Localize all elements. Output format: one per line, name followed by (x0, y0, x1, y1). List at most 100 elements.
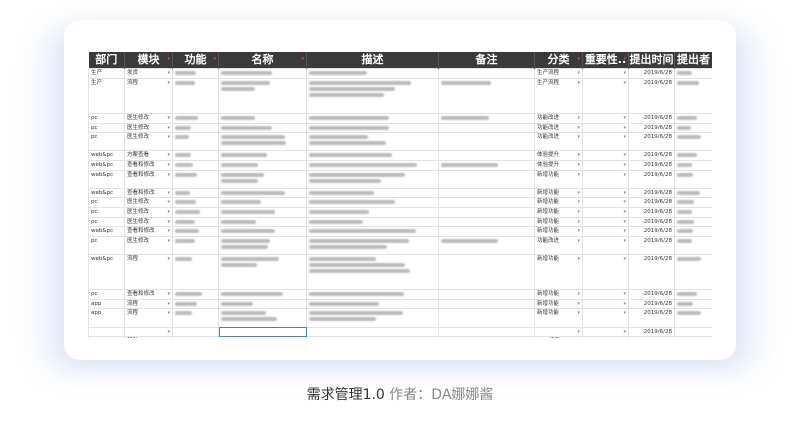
blurred-cell[interactable] (172, 206, 219, 218)
cell-category[interactable]: 新增功能 ▾ (534, 206, 583, 218)
cell-module[interactable]: 医生修改 ▾ (124, 113, 173, 124)
blurred-cell[interactable] (218, 150, 307, 161)
blurred-cell[interactable] (438, 68, 535, 79)
filter-dropdown-icon[interactable]: ▾ (301, 52, 304, 67)
blurred-cell[interactable] (674, 289, 712, 300)
cell-module[interactable]: 流程 ▾ (124, 253, 173, 291)
cell-category[interactable]: 功能改进 ▾ (534, 235, 583, 255)
cell-dropdown-icon[interactable]: ▾ (167, 338, 170, 339)
cell-importance[interactable]: ▾ (582, 77, 629, 114)
blurred-cell[interactable] (218, 253, 307, 291)
cell-dropdown-icon[interactable]: ▾ (167, 161, 170, 169)
cell-importance[interactable]: ▾ (582, 326, 629, 338)
cell-dropdown-icon[interactable]: ▾ (623, 152, 626, 160)
filter-dropdown-icon[interactable]: ▾ (577, 52, 580, 67)
cell-date[interactable]: 2019/6/28 (628, 132, 675, 152)
cell-dept[interactable]: web&pc (88, 159, 125, 171)
blurred-cell[interactable] (438, 150, 535, 161)
blurred-cell[interactable] (674, 226, 712, 237)
cell-dropdown-icon[interactable]: ▾ (577, 199, 580, 207)
cell-dropdown-icon[interactable]: ▾ (623, 161, 626, 169)
blurred-cell[interactable] (172, 113, 219, 124)
blurred-cell[interactable] (674, 68, 712, 79)
cell-dropdown-icon[interactable]: ▾ (167, 310, 170, 317)
blurred-cell[interactable] (172, 150, 219, 161)
blurred-cell[interactable] (306, 253, 439, 291)
cell-importance[interactable]: ▾ (582, 336, 629, 338)
cell-dept[interactable]: pc (88, 113, 125, 124)
column-header[interactable]: 分类 ▾ (534, 52, 583, 69)
cell-dropdown-icon[interactable]: ▾ (577, 218, 580, 226)
blurred-cell[interactable] (674, 169, 712, 189)
blurred-cell[interactable] (306, 326, 439, 338)
cell-dept[interactable]: pc (88, 235, 125, 255)
cell-category[interactable]: BUG修复▾ (534, 336, 583, 338)
blurred-cell[interactable] (438, 197, 535, 208)
blurred-cell[interactable] (172, 308, 219, 328)
blurred-cell[interactable] (674, 113, 712, 124)
blurred-cell[interactable] (218, 226, 307, 237)
cell-importance[interactable]: ▾ (582, 308, 629, 328)
cell-module[interactable]: 方案查看 ▾ (124, 150, 173, 161)
blurred-cell[interactable] (172, 197, 219, 208)
cell-dropdown-icon[interactable]: ▾ (577, 228, 580, 236)
cell-dropdown-icon[interactable]: ▾ (623, 208, 626, 216)
blurred-cell[interactable] (306, 289, 439, 300)
blurred-cell[interactable] (674, 197, 712, 208)
blurred-cell[interactable] (438, 289, 535, 300)
cell-dropdown-icon[interactable]: ▾ (167, 134, 170, 141)
cell-dropdown-icon[interactable]: ▾ (577, 189, 580, 197)
cell-date[interactable]: 2019/6/28 (628, 226, 675, 237)
blurred-cell[interactable] (218, 77, 307, 114)
blurred-cell[interactable] (218, 68, 307, 79)
blurred-cell[interactable] (306, 197, 439, 208)
cell-dropdown-icon[interactable]: ▾ (623, 328, 626, 336)
blurred-cell[interactable] (218, 289, 307, 300)
cell-dropdown-icon[interactable]: ▾ (577, 171, 580, 178)
cell-date[interactable]: 2019/6/28 (628, 308, 675, 328)
cell-module[interactable]: 帮助▾ (124, 336, 173, 339)
blurred-cell[interactable] (438, 298, 535, 310)
cell-dropdown-icon[interactable]: ▾ (623, 310, 626, 317)
cell-dropdown-icon[interactable]: ▾ (577, 255, 580, 262)
cell-dropdown-icon[interactable]: ▾ (577, 134, 580, 141)
column-header[interactable]: 部门 (88, 52, 125, 69)
cell-date[interactable]: 2019/6/28 (628, 187, 675, 199)
blurred-cell[interactable] (438, 226, 535, 237)
cell-dropdown-icon[interactable]: ▾ (167, 218, 170, 226)
cell-dropdown-icon[interactable]: ▾ (623, 228, 626, 236)
cell-date[interactable]: 2019/6/28 (628, 253, 675, 291)
cell-dropdown-icon[interactable]: ▾ (623, 291, 626, 299)
cell-dropdown-icon[interactable]: ▾ (167, 228, 170, 236)
cell-dropdown-icon[interactable]: ▾ (167, 328, 170, 336)
cell-date[interactable]: 2019/6/28 (628, 289, 675, 300)
cell-dropdown-icon[interactable]: ▾ (167, 255, 170, 262)
cell-dropdown-icon[interactable]: ▾ (167, 114, 170, 122)
cell-dept[interactable]: pc (88, 122, 125, 134)
cell-category[interactable]: 新增功能 ▾ (534, 169, 583, 189)
blurred-cell[interactable] (306, 235, 439, 255)
blurred-cell[interactable] (674, 298, 712, 310)
cell-dropdown-icon[interactable]: ▾ (167, 152, 170, 160)
blurred-cell[interactable] (438, 187, 535, 199)
blurred-cell[interactable] (172, 336, 219, 338)
cell-dropdown-icon[interactable]: ▾ (167, 208, 170, 216)
cell-category[interactable]: 功能改进 ▾ (534, 113, 583, 124)
blurred-cell[interactable] (306, 159, 439, 171)
cell-dropdown-icon[interactable]: ▾ (167, 171, 170, 178)
cell-importance[interactable]: ▾ (582, 289, 629, 300)
cell-dept[interactable]: 生产 (88, 68, 125, 79)
blurred-cell[interactable] (438, 159, 535, 171)
blurred-cell[interactable] (438, 326, 535, 338)
cell-importance[interactable]: ▾ (582, 253, 629, 291)
blurred-cell[interactable] (172, 159, 219, 171)
blurred-cell[interactable] (306, 68, 439, 79)
cell-module[interactable]: 查看和修改 ▾ (124, 226, 173, 237)
blurred-cell[interactable] (438, 122, 535, 134)
blurred-cell[interactable] (674, 77, 712, 114)
cell-dept[interactable]: 生产 (88, 77, 125, 114)
cell-dept[interactable]: pc (88, 206, 125, 218)
cell-dropdown-icon[interactable]: ▾ (623, 300, 626, 308)
blurred-cell[interactable] (438, 216, 535, 228)
cell-date[interactable]: 2019/6/28 (628, 113, 675, 124)
